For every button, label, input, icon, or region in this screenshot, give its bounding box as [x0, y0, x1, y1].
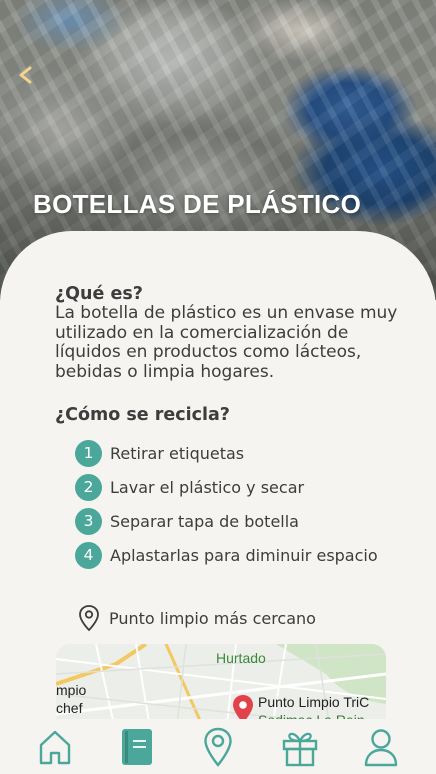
step-label: Separar tapa de botella: [110, 511, 299, 531]
what-is-heading: ¿Qué es?: [55, 284, 143, 304]
map-pin-outline-icon: [79, 605, 99, 632]
gift-icon: [282, 732, 317, 766]
what-is-description: La botella de plástico es un envase muy …: [55, 303, 398, 382]
map-pin-icon: [204, 727, 232, 767]
nearest-clean-point-label: Punto limpio más cercano: [109, 608, 316, 628]
book-icon: [122, 728, 153, 765]
recycle-step[interactable]: 2 Lavar el plástico y secar: [75, 470, 378, 504]
user-icon: [364, 728, 398, 766]
step-number-badge: 1: [75, 439, 102, 467]
step-label: Lavar el plástico y secar: [110, 477, 305, 497]
map-district-label: Hurtado: [216, 650, 266, 666]
nav-rewards[interactable]: [276, 723, 324, 771]
map-place-label: chef: [56, 700, 83, 716]
nearest-clean-point-link[interactable]: Punto limpio más cercano: [78, 604, 316, 632]
step-number-badge: 3: [75, 507, 102, 535]
nav-guide[interactable]: [112, 723, 160, 771]
recycle-step[interactable]: 3 Separar tapa de botella: [75, 504, 378, 538]
nav-profile[interactable]: [357, 723, 405, 771]
step-number-badge: 2: [75, 473, 102, 501]
recycle-steps-list: 1 Retirar etiquetas 2 Lavar el plástico …: [75, 436, 378, 572]
back-button[interactable]: [12, 62, 38, 88]
step-label: Retirar etiquetas: [110, 443, 245, 463]
recycle-step[interactable]: 1 Retirar etiquetas: [75, 436, 378, 470]
map-place-label: Punto Limpio TriC: [258, 694, 370, 710]
step-number-badge: 4: [75, 541, 102, 569]
how-to-recycle-heading: ¿Cómo se recicla?: [55, 405, 230, 425]
bottom-navigation: [0, 719, 436, 774]
recycle-step[interactable]: 4 Aplastarlas para diminuir espacio: [75, 538, 378, 572]
home-icon: [39, 730, 70, 764]
chevron-left-icon: [19, 66, 32, 84]
step-label: Aplastarlas para diminuir espacio: [110, 545, 378, 565]
nav-home[interactable]: [31, 723, 79, 771]
map-place-label: mpio: [56, 682, 87, 698]
nav-locations[interactable]: [194, 723, 242, 771]
page-title: BOTELLAS DE PLÁSTICO: [33, 189, 362, 219]
